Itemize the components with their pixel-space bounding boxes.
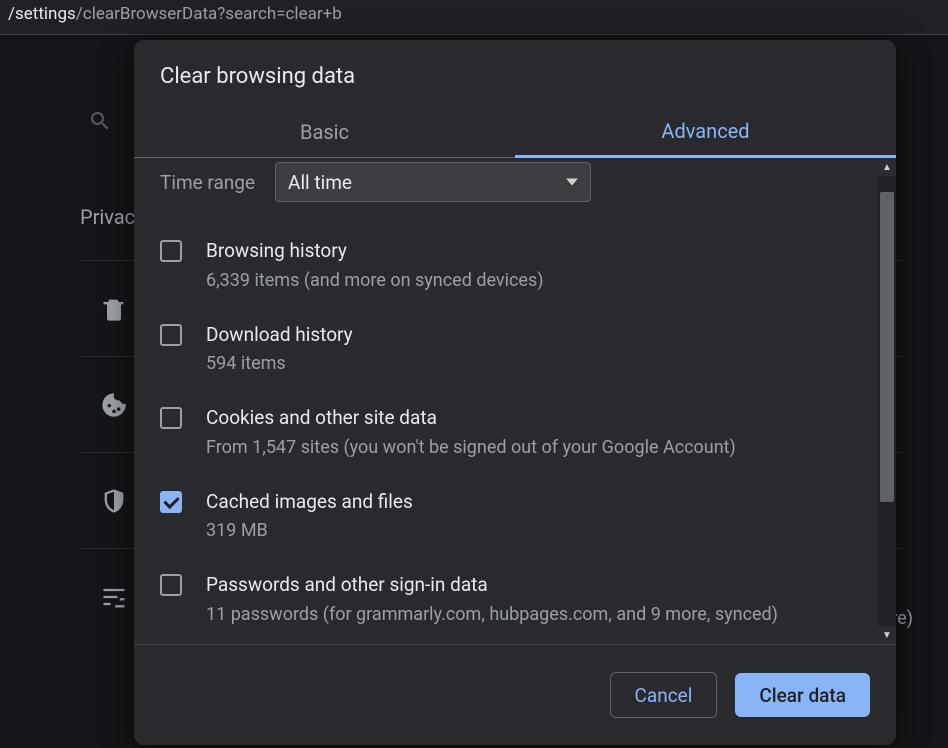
- checkbox-passwords[interactable]: [160, 574, 182, 596]
- dialog-title: Clear browsing data: [134, 40, 896, 107]
- option-title: Download history: [206, 322, 353, 349]
- clear-browsing-data-dialog: Clear browsing data Basic Advanced Time …: [134, 40, 896, 745]
- scroll-thumb[interactable]: [880, 192, 894, 502]
- scrollbar[interactable]: ▲ ▼: [878, 158, 896, 644]
- option-cache: Cached images and files 319 MB: [160, 475, 852, 559]
- dialog-tabs: Basic Advanced: [134, 107, 896, 158]
- option-title: Cookies and other site data: [206, 405, 736, 432]
- option-cookies: Cookies and other site data From 1,547 s…: [160, 391, 852, 475]
- option-sub: 6,339 items (and more on synced devices): [206, 267, 544, 294]
- shield-icon: [100, 487, 128, 515]
- sliders-icon: [100, 583, 128, 611]
- url-path-main: /settings: [8, 4, 76, 24]
- option-title: Passwords and other sign-in data: [206, 572, 778, 599]
- time-range-label: Time range: [160, 171, 255, 194]
- time-range-row: Time range All time: [160, 162, 852, 202]
- time-range-value: All time: [288, 171, 352, 194]
- checkbox-cache[interactable]: [160, 491, 182, 513]
- option-sub: 594 items: [206, 350, 353, 377]
- tab-advanced[interactable]: Advanced: [515, 107, 896, 158]
- clear-data-button[interactable]: Clear data: [735, 673, 870, 717]
- url-bar[interactable]: /settings/clearBrowserData?search=clear+…: [0, 0, 948, 35]
- trash-icon: [100, 295, 128, 323]
- option-passwords: Passwords and other sign-in data 11 pass…: [160, 558, 852, 642]
- scroll-down-icon[interactable]: ▼: [878, 626, 896, 644]
- dialog-body: Time range All time Browsing history 6,3…: [134, 158, 896, 644]
- tab-basic[interactable]: Basic: [134, 107, 515, 157]
- option-sub: 319 MB: [206, 517, 413, 544]
- search-icon[interactable]: [82, 103, 118, 139]
- scroll-up-icon[interactable]: ▲: [878, 158, 896, 176]
- option-browsing-history: Browsing history 6,339 items (and more o…: [160, 224, 852, 308]
- chevron-down-icon: [566, 179, 578, 186]
- checkbox-download-history[interactable]: [160, 324, 182, 346]
- dialog-footer: Cancel Clear data: [134, 644, 896, 745]
- option-title: Browsing history: [206, 238, 544, 265]
- option-sub: From 1,547 sites (you won't be signed ou…: [206, 434, 736, 461]
- checkbox-cookies[interactable]: [160, 407, 182, 429]
- option-sub: 11 passwords (for grammarly.com, hubpage…: [206, 601, 778, 628]
- page-heading: Privac: [80, 205, 135, 229]
- cancel-button[interactable]: Cancel: [610, 672, 718, 718]
- time-range-select[interactable]: All time: [275, 162, 591, 202]
- option-title: Cached images and files: [206, 489, 413, 516]
- option-download-history: Download history 594 items: [160, 308, 852, 392]
- url-path-rest: /clearBrowserData?search=clear+b: [76, 4, 342, 24]
- dialog-scroll-area: Time range All time Browsing history 6,3…: [134, 158, 878, 644]
- checkbox-browsing-history[interactable]: [160, 240, 182, 262]
- option-autofill: Autofill form data 3 addresses, 1,844 ot…: [160, 642, 852, 644]
- cookie-icon: [100, 391, 128, 419]
